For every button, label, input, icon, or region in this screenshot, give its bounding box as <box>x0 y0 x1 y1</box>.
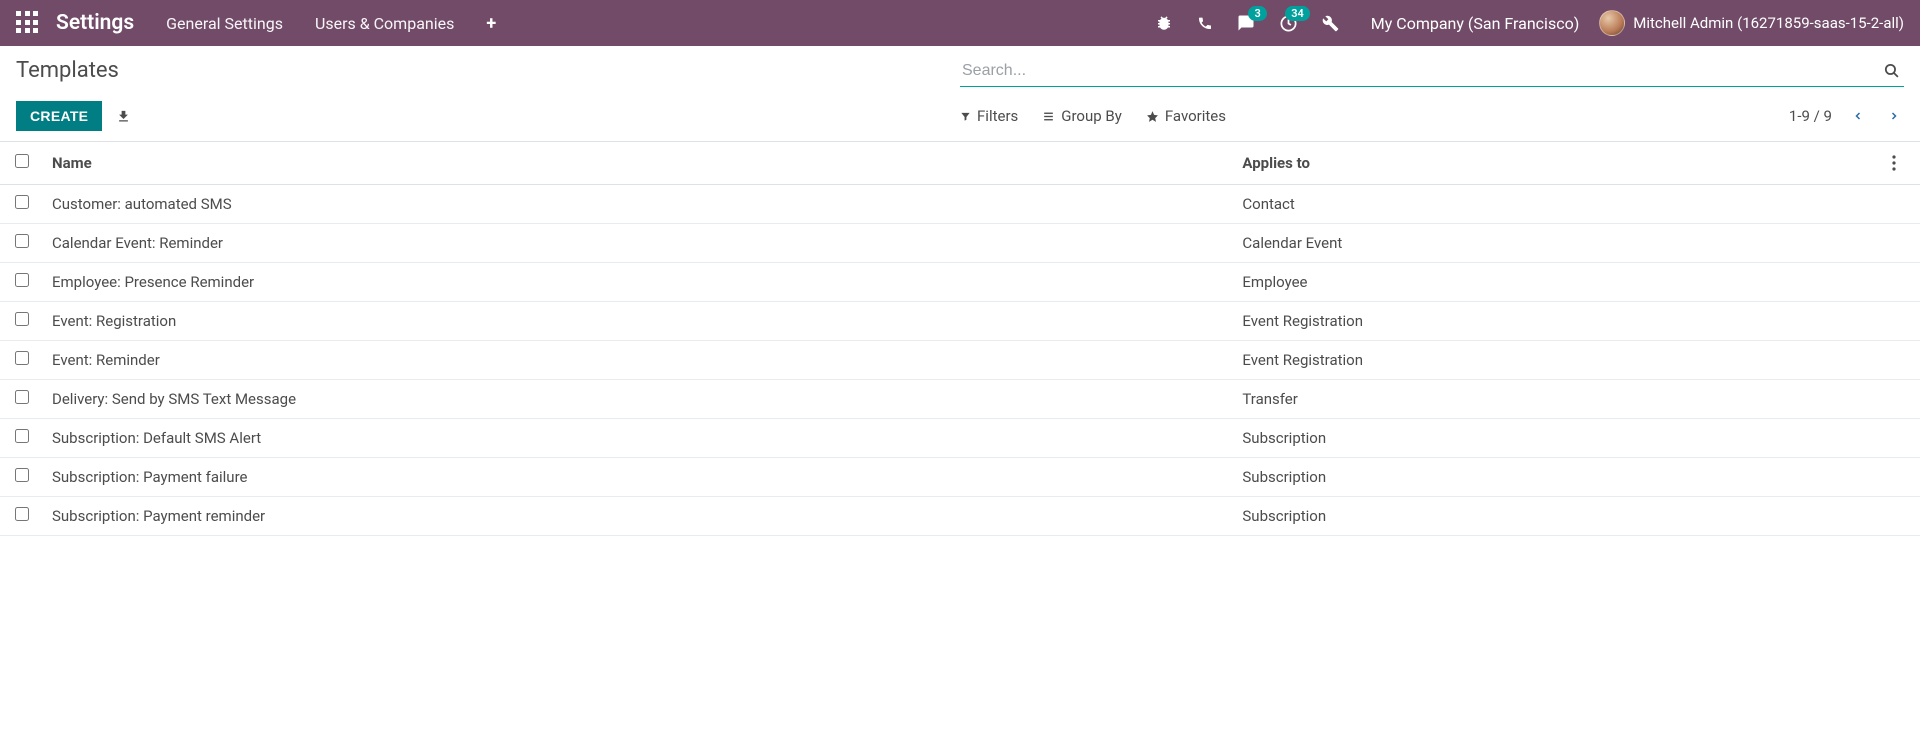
table-row[interactable]: Employee: Presence ReminderEmployee <box>0 263 1920 302</box>
company-selector[interactable]: My Company (San Francisco) <box>1371 14 1580 33</box>
row-checkbox[interactable] <box>15 234 29 248</box>
table-row[interactable]: Calendar Event: ReminderCalendar Event <box>0 224 1920 263</box>
cell-name: Event: Registration <box>44 302 1234 341</box>
debug-bug-icon[interactable] <box>1155 14 1173 32</box>
favorites-menu[interactable]: Favorites <box>1146 107 1226 125</box>
row-checkbox[interactable] <box>15 429 29 443</box>
pager-prev-icon[interactable] <box>1848 106 1868 126</box>
control-panel: Templates CREATE Filters Group By <box>0 46 1920 142</box>
messaging-badge: 3 <box>1248 6 1266 21</box>
funnel-icon <box>960 111 971 122</box>
developer-tools-wrench-icon[interactable] <box>1322 15 1339 32</box>
messaging-icon[interactable]: 3 <box>1237 14 1255 32</box>
create-button[interactable]: CREATE <box>16 101 102 131</box>
cell-applies: Calendar Event <box>1234 224 1884 263</box>
column-header-name[interactable]: Name <box>44 142 1234 185</box>
cell-applies: Event Registration <box>1234 302 1884 341</box>
cell-name: Subscription: Payment failure <box>44 458 1234 497</box>
filters-menu[interactable]: Filters <box>960 107 1018 125</box>
page-title: Templates <box>16 58 960 83</box>
templates-table: Name Applies to Customer: automated SMSC… <box>0 142 1920 536</box>
pager-text[interactable]: 1-9 / 9 <box>1789 107 1832 125</box>
search-icon[interactable] <box>1883 62 1900 79</box>
activities-clock-icon[interactable]: 34 <box>1279 14 1298 33</box>
row-checkbox[interactable] <box>15 468 29 482</box>
top-navbar: Settings General Settings Users & Compan… <box>0 0 1920 46</box>
select-all-checkbox[interactable] <box>15 154 29 168</box>
table-row[interactable]: Delivery: Send by SMS Text MessageTransf… <box>0 380 1920 419</box>
row-checkbox[interactable] <box>15 351 29 365</box>
column-header-applies[interactable]: Applies to <box>1234 142 1884 185</box>
cell-name: Delivery: Send by SMS Text Message <box>44 380 1234 419</box>
app-brand[interactable]: Settings <box>56 11 134 35</box>
group-by-menu[interactable]: Group By <box>1042 107 1122 125</box>
user-avatar-icon <box>1599 10 1625 36</box>
pager-next-icon[interactable] <box>1884 106 1904 126</box>
cell-applies: Subscription <box>1234 497 1884 536</box>
activities-badge: 34 <box>1285 6 1310 21</box>
star-icon <box>1146 110 1159 123</box>
cell-name: Subscription: Default SMS Alert <box>44 419 1234 458</box>
group-by-label: Group By <box>1061 107 1122 125</box>
cell-name: Subscription: Payment reminder <box>44 497 1234 536</box>
row-checkbox[interactable] <box>15 195 29 209</box>
optional-columns-kebab-icon[interactable] <box>1892 155 1912 171</box>
cell-applies: Contact <box>1234 185 1884 224</box>
apps-grid-icon[interactable] <box>16 11 40 35</box>
list-icon <box>1042 110 1055 123</box>
table-row[interactable]: Subscription: Default SMS AlertSubscript… <box>0 419 1920 458</box>
cell-name: Event: Reminder <box>44 341 1234 380</box>
table-row[interactable]: Subscription: Payment reminderSubscripti… <box>0 497 1920 536</box>
row-checkbox[interactable] <box>15 390 29 404</box>
cell-applies: Transfer <box>1234 380 1884 419</box>
row-checkbox[interactable] <box>15 507 29 521</box>
user-menu[interactable]: Mitchell Admin (16271859-saas-15-2-all) <box>1599 10 1904 36</box>
table-row[interactable]: Customer: automated SMSContact <box>0 185 1920 224</box>
cell-name: Calendar Event: Reminder <box>44 224 1234 263</box>
row-checkbox[interactable] <box>15 273 29 287</box>
user-name: Mitchell Admin (16271859-saas-15-2-all) <box>1633 14 1904 32</box>
search-input[interactable] <box>960 58 1904 87</box>
nav-users-companies[interactable]: Users & Companies <box>315 14 454 33</box>
search-box <box>960 58 1904 87</box>
cell-applies: Subscription <box>1234 419 1884 458</box>
import-download-icon[interactable] <box>116 109 131 124</box>
favorites-label: Favorites <box>1165 107 1226 125</box>
nav-general-settings[interactable]: General Settings <box>166 14 283 33</box>
table-row[interactable]: Event: ReminderEvent Registration <box>0 341 1920 380</box>
nav-add-menu-icon[interactable]: + <box>486 13 496 34</box>
filters-label: Filters <box>977 107 1018 125</box>
cell-applies: Employee <box>1234 263 1884 302</box>
cell-applies: Event Registration <box>1234 341 1884 380</box>
row-checkbox[interactable] <box>15 312 29 326</box>
cell-name: Customer: automated SMS <box>44 185 1234 224</box>
cell-applies: Subscription <box>1234 458 1884 497</box>
cell-name: Employee: Presence Reminder <box>44 263 1234 302</box>
table-row[interactable]: Subscription: Payment failureSubscriptio… <box>0 458 1920 497</box>
table-row[interactable]: Event: RegistrationEvent Registration <box>0 302 1920 341</box>
phone-icon[interactable] <box>1197 15 1213 31</box>
